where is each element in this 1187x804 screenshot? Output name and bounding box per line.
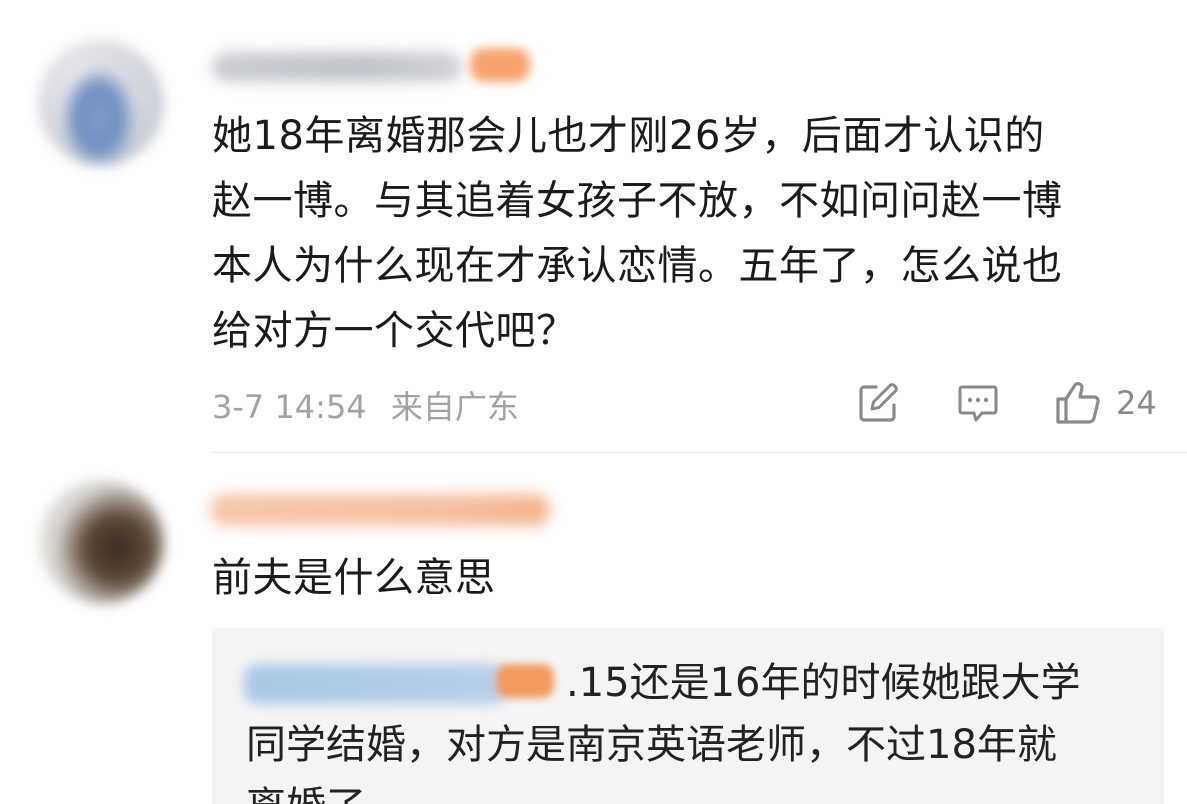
comment-line: 她18年离婚那会儿也才刚26岁，后面才认识的 (212, 113, 1045, 159)
username-blurred[interactable] (212, 52, 462, 82)
vip-badge-icon (496, 664, 554, 698)
avatar[interactable] (40, 480, 164, 604)
comment-thread: 她18年离婚那会儿也才刚26岁，后面才认识的 赵一博。与其追着女孩子不放，不如问… (0, 0, 1187, 804)
thumbs-up-icon (1056, 382, 1100, 424)
comment-location: 来自广东 (390, 388, 519, 426)
comment-date: 3-7 14:54 (212, 388, 367, 426)
comment-line: 给对方一个交代吧？ (212, 308, 577, 354)
share-icon (859, 383, 898, 422)
comment-meta: 3-7 14:54 来自广东 (212, 382, 533, 428)
reply-line: 同学结婚，对方是南京英语老师，不过18年就 (246, 722, 1057, 768)
avatar[interactable] (38, 40, 164, 166)
reply-line: .15还是16年的时候她跟大学 (566, 660, 1081, 706)
like-count: 24 (1116, 384, 1157, 422)
comment-button[interactable] (956, 378, 1000, 428)
comment-text: 前夫是什么意思 (212, 546, 496, 611)
reply-username-blurred[interactable] (244, 664, 506, 704)
divider (212, 452, 1187, 453)
share-button[interactable] (856, 378, 900, 428)
comment-text: 她18年离婚那会儿也才刚26岁，后面才认识的 赵一博。与其追着女孩子不放，不如问… (212, 104, 1063, 364)
vip-badge-icon (470, 48, 530, 82)
comment-icon (958, 385, 998, 422)
reply-line: 离婚了 (246, 776, 366, 804)
comment-line: 本人为什么现在才承认恋情。五年了，怎么说也 (212, 243, 1063, 289)
comment-line: 前夫是什么意思 (212, 555, 496, 601)
like-button[interactable]: 24 (1054, 378, 1157, 428)
username-blurred[interactable] (210, 494, 550, 526)
comment-line: 赵一博。与其追着女孩子不放，不如问问赵一博 (212, 178, 1063, 224)
